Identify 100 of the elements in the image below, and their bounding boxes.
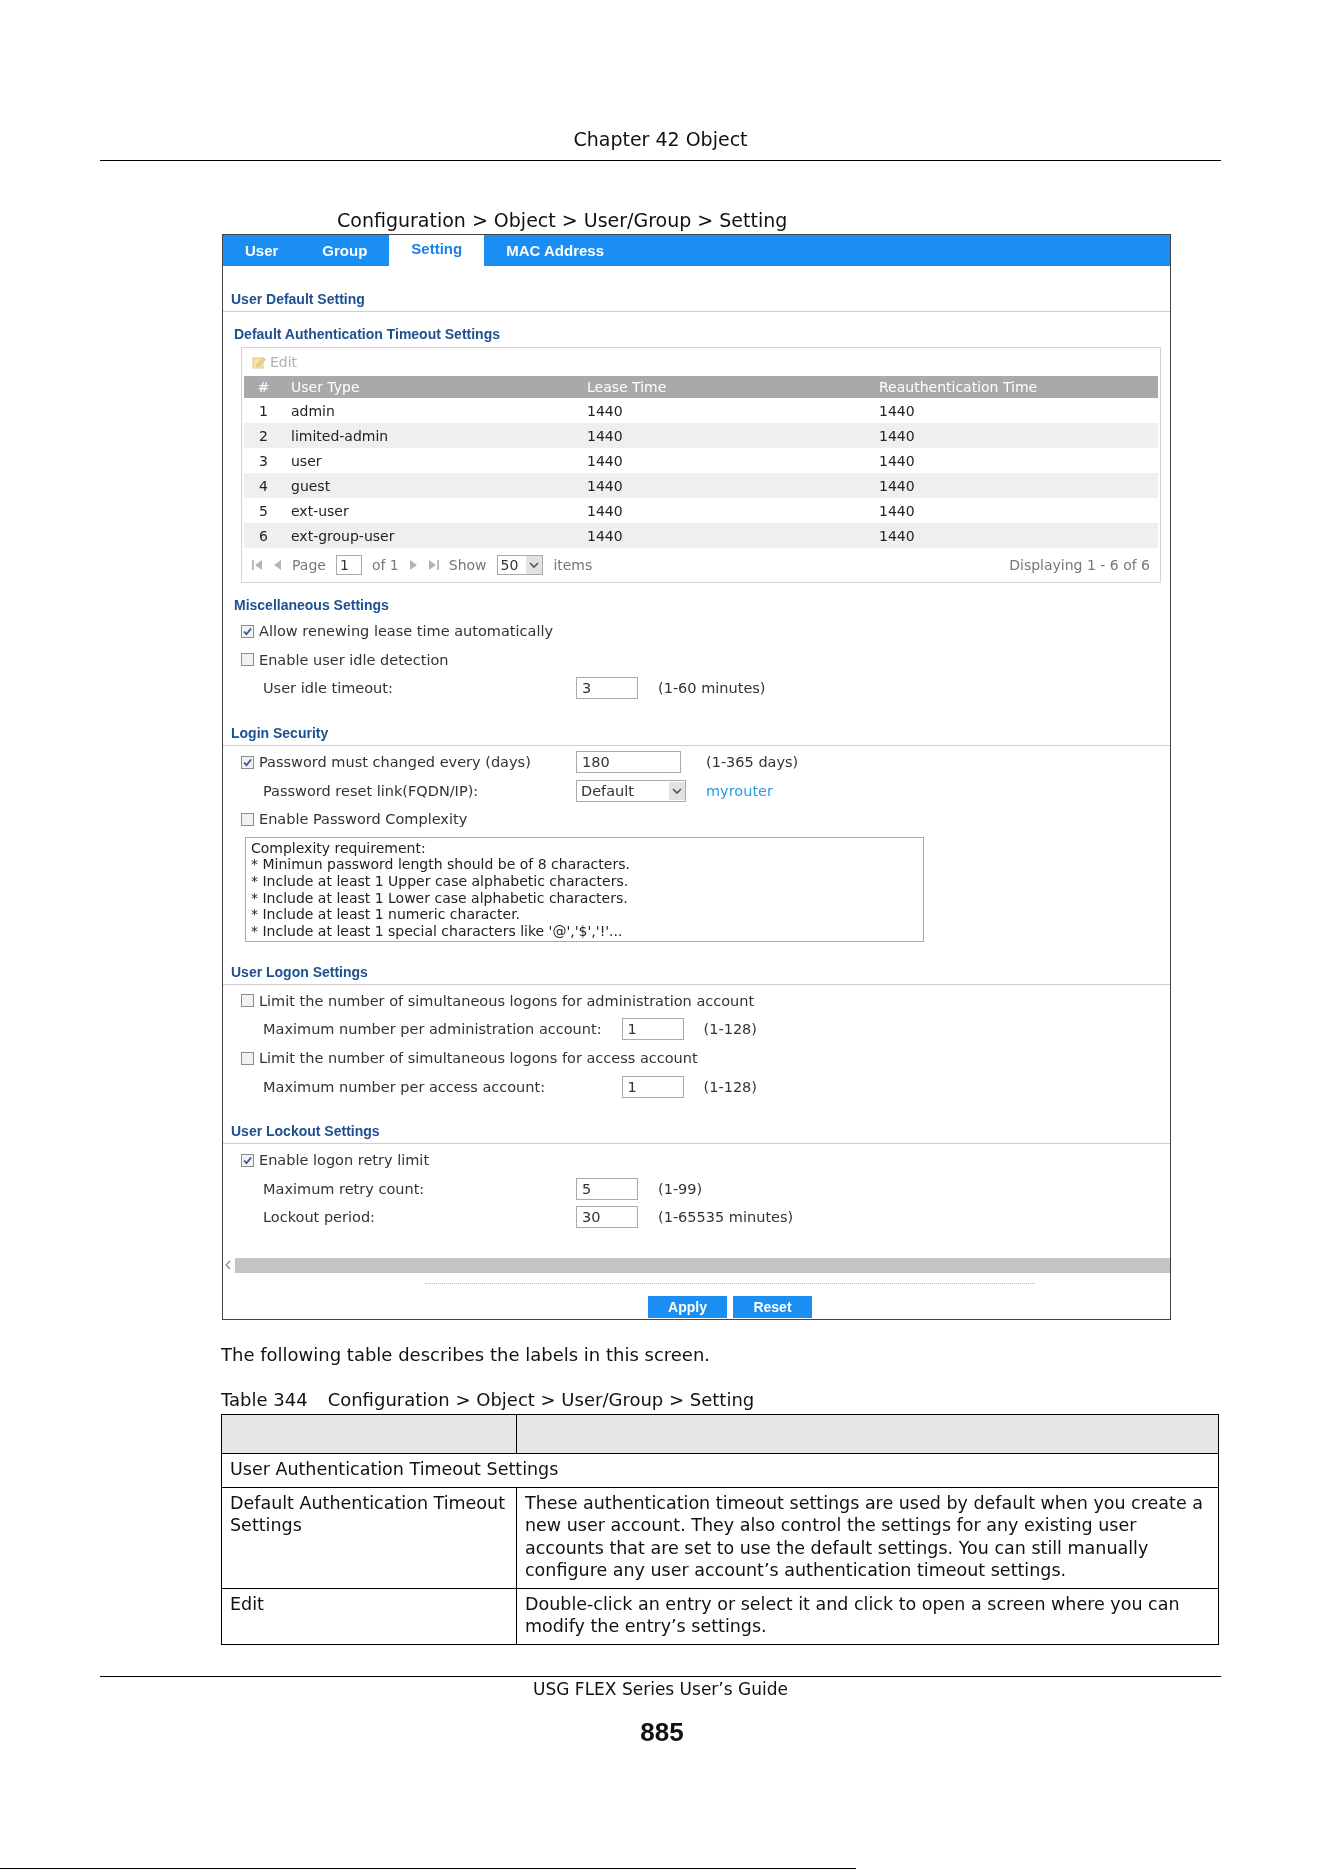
field-label: Maximum number per access account: — [262, 1078, 546, 1095]
first-page-icon[interactable] — [252, 559, 262, 571]
page-number: 885 — [640, 1716, 684, 1747]
show-label: Show — [448, 557, 487, 573]
dropdown[interactable]: Default — [576, 779, 686, 802]
table-cell-text: 1440 — [878, 401, 916, 421]
checkbox[interactable] — [241, 1051, 254, 1065]
table-cell: guest — [283, 473, 579, 498]
text-field[interactable]: 5 — [576, 1177, 638, 1200]
column-header[interactable]: Reauthentication Time — [871, 376, 1158, 398]
page-field[interactable]: 1 — [335, 555, 362, 575]
text-field[interactable]: 3 — [576, 677, 638, 700]
tab[interactable]: Setting — [389, 235, 485, 266]
text-field[interactable]: 180 — [576, 751, 681, 774]
table-cell: 1440 — [579, 423, 871, 448]
table-cell: 2 — [244, 423, 283, 448]
text-area[interactable]: Complexity requirement: * Minimun password length should be of 8 characters. * Include at least 1 Upper case alphabetic characters. * Include at least 1 Lower case alphabetic characters. * Include at least 1 numeric character. * Include at least 1 special characters like '@','$','!'... — [245, 836, 924, 942]
checkbox-label: Limit the number of simultaneous logons for access account — [259, 1050, 698, 1067]
text-field[interactable]: 1 — [621, 1075, 684, 1098]
tab[interactable]: User — [223, 235, 301, 266]
table-cell-text: 1440 — [586, 401, 624, 421]
section-heading: User Default Setting — [231, 290, 365, 309]
tab[interactable]: MAC Address — [484, 235, 626, 266]
range-hint: (1-60 minutes) — [658, 680, 766, 697]
table-number: Table 344 — [221, 1389, 308, 1411]
chapter-title: Chapter 42 Object — [573, 128, 748, 150]
table-cell-text: user — [290, 451, 323, 471]
section-heading: User Lockout Settings — [231, 1121, 380, 1141]
subsection-heading: Miscellaneous Settings — [234, 596, 389, 615]
table-cell: Double-click an entry or select it and click to open a screen where you can modify the entry’s settings. — [517, 1588, 1219, 1645]
checkbox-label: Limit the number of simultaneous logons for administration account — [259, 992, 755, 1009]
range-hint: (1-365 days) — [706, 754, 799, 771]
intro-text: The following table describes the labels in this screen. — [221, 1344, 711, 1366]
horizontal-scrollbar[interactable] — [235, 1257, 1170, 1273]
section-heading: Login Security — [231, 723, 329, 743]
text-field[interactable]: 30 — [576, 1206, 638, 1229]
table-cell-text: ext-user — [290, 501, 350, 521]
scroll-left-icon[interactable] — [225, 1260, 231, 1271]
tab[interactable]: Group — [300, 235, 390, 266]
display-summary: Displaying 1 - 6 of 6 — [1009, 557, 1150, 573]
table-cell: These authentication timeout settings are used by default when you create a new user account. They also control the settings for any existing user accounts that are set to use the default settings. You can still manually configure any user account’s authentication timeout settings. — [517, 1487, 1219, 1589]
link[interactable]: myrouter — [706, 782, 773, 799]
column-header[interactable]: User Type — [283, 376, 579, 398]
checkbox-label: Allow renewing lease time automatically — [259, 623, 554, 640]
table-cell: Default Authentication Timeout Settings — [222, 1487, 517, 1589]
column-header[interactable]: # — [244, 376, 283, 398]
checkbox[interactable] — [241, 755, 254, 769]
text-field[interactable]: 1 — [621, 1018, 684, 1041]
per-page-select[interactable]: 50 — [496, 555, 544, 575]
table-cell: 1440 — [579, 523, 871, 548]
guide-title: USG FLEX Series User’s Guide — [533, 1678, 788, 1699]
page-label: Page — [292, 557, 326, 573]
table-cell-text: 1440 — [586, 451, 624, 471]
caret-icon — [669, 781, 685, 800]
last-page-icon[interactable] — [428, 559, 439, 571]
table-cell: 4 — [244, 473, 283, 498]
field-label: Lockout period: — [262, 1209, 375, 1226]
table-cell-text: 1 — [258, 401, 269, 421]
table-title: Configuration > Object > User/Group > Setting — [327, 1389, 755, 1411]
checkbox[interactable] — [241, 812, 254, 826]
table-cell-text: 3 — [258, 451, 269, 471]
subsection-heading: Default Authentication Timeout Settings — [234, 325, 500, 344]
table-cell: 1440 — [871, 473, 1158, 498]
range-hint: (1-65535 minutes) — [658, 1209, 794, 1226]
caret-icon — [526, 556, 543, 574]
page-total: of 1 — [371, 557, 399, 573]
range-hint: (1-128) — [703, 1078, 757, 1095]
checkbox[interactable] — [241, 994, 254, 1008]
checkbox-label: Enable Password Complexity — [259, 811, 468, 828]
table-cell-text: 1440 — [586, 501, 624, 521]
column-header[interactable]: Lease Time — [579, 376, 871, 398]
table-cell-text: 1440 — [878, 501, 916, 521]
table-cell: 1440 — [871, 523, 1158, 548]
table-cell-text: admin — [290, 401, 336, 421]
reset-button[interactable]: Reset — [733, 1295, 812, 1318]
range-hint: (1-99) — [658, 1180, 703, 1197]
checkbox[interactable] — [241, 624, 254, 638]
table-cell: 1440 — [871, 423, 1158, 448]
items-label: items — [553, 557, 593, 573]
table-cell: 6 — [244, 523, 283, 548]
checkbox-label: Enable logon retry limit — [259, 1152, 430, 1169]
checkbox-label: Password must changed every (days) — [259, 754, 531, 771]
apply-button[interactable]: Apply — [648, 1295, 727, 1318]
table-cell-text: 5 — [258, 501, 269, 521]
section-heading: User Logon Settings — [231, 962, 368, 982]
table-cell: Edit — [222, 1588, 517, 1645]
checkbox[interactable] — [241, 653, 254, 667]
table-cell: ext-group-user — [283, 523, 579, 548]
next-page-icon[interactable] — [408, 559, 419, 571]
checkbox[interactable] — [241, 1153, 254, 1167]
table-cell: limited-admin — [283, 423, 579, 448]
field-label: User idle timeout: — [262, 680, 393, 697]
field-label: Maximum retry count: — [262, 1180, 425, 1197]
field-label: Password reset link(FQDN/IP): — [262, 782, 479, 799]
table-group-cell: User Authentication Timeout Settings — [222, 1454, 1219, 1488]
table-cell-text: 1440 — [878, 451, 916, 471]
table-cell: 1440 — [579, 473, 871, 498]
field-label: Maximum number per administration account: — [262, 1021, 602, 1038]
previous-page-icon[interactable] — [272, 559, 282, 571]
figure-caption: Configuration > Object > User/Group > Setting — [337, 209, 788, 231]
